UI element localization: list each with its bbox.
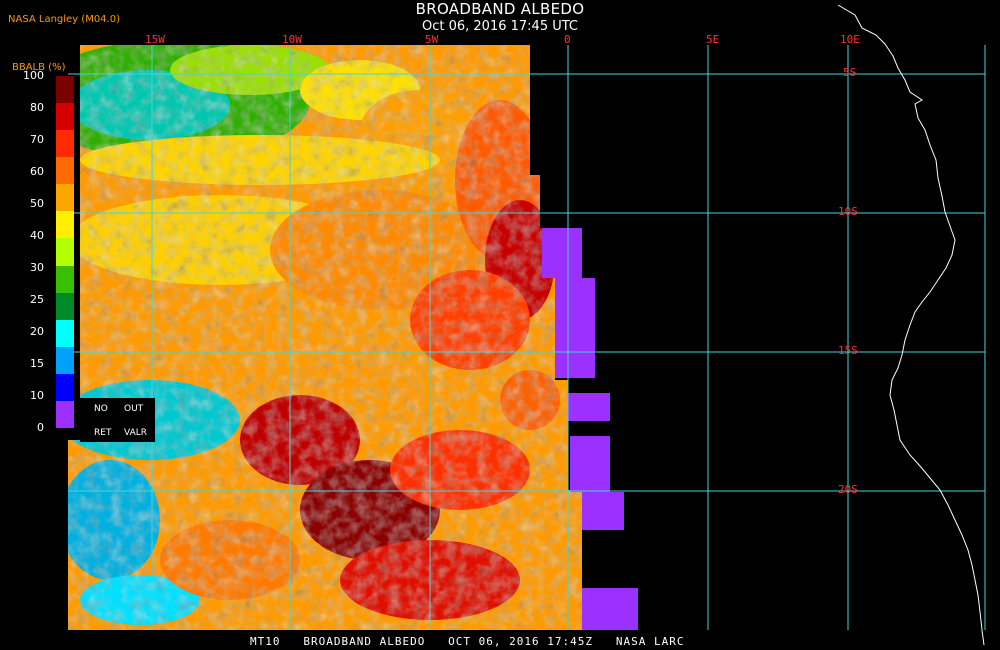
lat-label-15s: 15S <box>838 344 858 357</box>
colorbar-tick: 10 <box>30 389 44 402</box>
colorbar-swatch <box>56 157 74 185</box>
colorbar-tick: 50 <box>30 197 44 210</box>
lon-label-5e: 5E <box>706 33 720 46</box>
colorbar-swatch <box>56 211 74 239</box>
colorbar-swatch <box>56 292 74 321</box>
lat-label-20s: 20S <box>838 483 858 496</box>
lon-label-10e: 10E <box>840 33 860 46</box>
colorbar-swatch <box>56 130 74 158</box>
lon-label-5w: 5W <box>425 33 439 46</box>
colorbar-tick: 80 <box>30 101 44 114</box>
colorbar-swatch <box>56 103 74 131</box>
colorbar-swatch <box>56 373 74 402</box>
lat-label-5s: 5S <box>843 66 857 79</box>
source-label: NASA Langley (M04.0) <box>8 14 120 25</box>
no-retrieval-legend: NO OUT RET VALR <box>80 398 155 442</box>
colorbar-tick: 20 <box>30 325 44 338</box>
ret-label: RET <box>94 428 112 438</box>
colorbar-tick: 15 <box>30 357 44 370</box>
colorbar-tick: 25 <box>30 293 44 306</box>
out-label: OUT <box>124 404 144 414</box>
colorbar-swatch <box>56 184 74 212</box>
colorbar-swatch <box>56 400 74 429</box>
colorbar-tick: 60 <box>30 165 44 178</box>
colorbar-swatch <box>56 76 74 104</box>
footer-caption: MT10 BROADBAND ALBEDO OCT 06, 2016 17:45… <box>250 635 685 648</box>
colorbar-tick: 0 <box>37 421 44 434</box>
lon-label-10w: 10W <box>282 33 302 46</box>
map-title: BROADBAND ALBEDO <box>415 0 585 18</box>
albedo-map <box>68 4 986 646</box>
coastline <box>837 4 985 646</box>
no-label: NO <box>94 404 108 414</box>
lon-label-15w: 15W <box>145 33 165 46</box>
colorbar-tick: 40 <box>30 229 44 242</box>
colorbar-swatch <box>56 346 74 375</box>
colorbar-swatch <box>56 319 74 348</box>
lat-label-10s: 10S <box>838 205 858 218</box>
colorbar-tick: 70 <box>30 133 44 146</box>
colorbar-swatch <box>56 238 74 267</box>
map-timestamp: Oct 06, 2016 17:45 UTC <box>422 19 578 34</box>
colorbar-tick: 30 <box>30 261 44 274</box>
colorbar-tick: 100 <box>23 69 44 82</box>
colorbar-swatch <box>56 265 74 294</box>
lon-label-0: 0 <box>564 33 571 46</box>
albedo-swath <box>68 45 582 630</box>
valr-label: VALR <box>124 428 148 438</box>
